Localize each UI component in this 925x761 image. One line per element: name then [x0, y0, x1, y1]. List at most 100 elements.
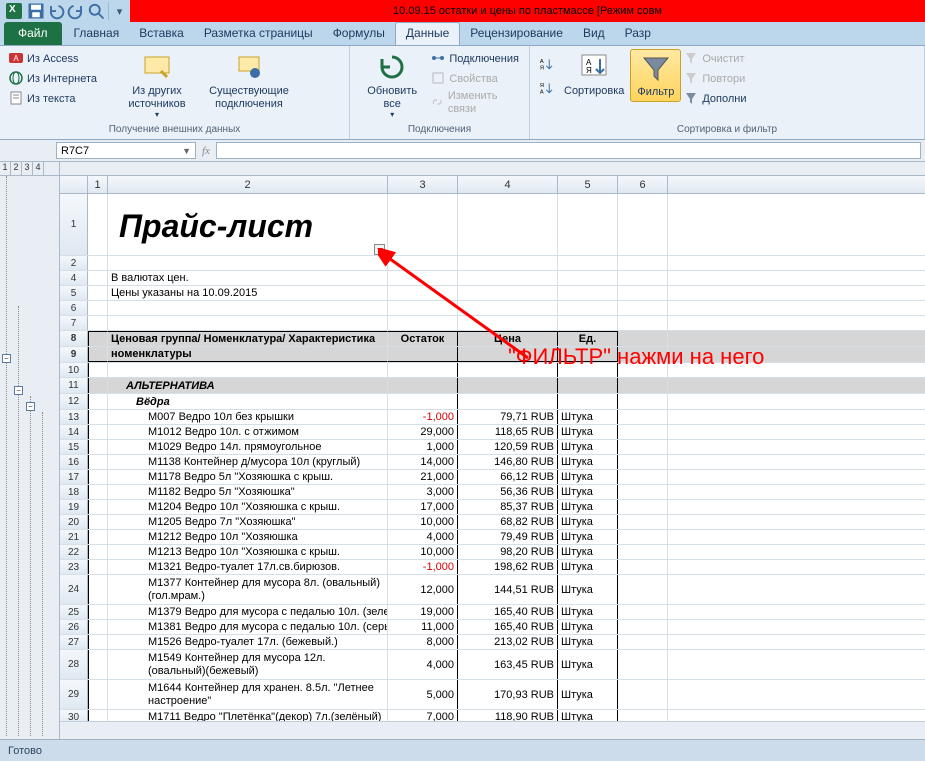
tab-file[interactable]: Файл [4, 22, 62, 45]
svg-text:Я: Я [540, 66, 544, 72]
tab-review[interactable]: Рецензирование [460, 23, 573, 45]
outline-level-2[interactable]: 2 [11, 162, 22, 175]
tab-view[interactable]: Вид [573, 23, 615, 45]
worksheet[interactable]: 1 2 3 4 − − − 1 2 3 4 5 6 [0, 162, 925, 742]
redo-icon[interactable] [66, 2, 86, 20]
refresh-icon [376, 51, 408, 83]
status-bar: Готово [0, 739, 925, 761]
reapply-icon [683, 70, 699, 86]
from-other-sources-button[interactable]: Из других источников▾ [116, 49, 198, 121]
table-row[interactable]: 20М1205 Ведро 7л "Хозяюшка"10,00068,82 R… [60, 515, 925, 530]
col-header[interactable]: 1 [88, 176, 108, 193]
advanced-icon [683, 90, 699, 106]
undo-icon[interactable] [46, 2, 66, 20]
from-web-button[interactable]: Из Интернета [6, 69, 116, 89]
tab-insert[interactable]: Вставка [129, 23, 194, 45]
web-icon [8, 70, 24, 86]
col-header[interactable]: 3 [388, 176, 458, 193]
filter-icon [640, 52, 672, 84]
column-outline-bar: 1 2 3 4 [0, 162, 925, 176]
excel-icon[interactable] [6, 3, 22, 19]
outline-collapse[interactable]: − [26, 402, 35, 411]
svg-text:A: A [540, 59, 544, 65]
existing-conn-icon [233, 51, 265, 83]
tab-page-layout[interactable]: Разметка страницы [194, 23, 323, 45]
page-title: Прайс-лист [111, 204, 313, 245]
name-box[interactable]: R7C7▼ [56, 142, 196, 159]
sort-asc-button[interactable]: AЯ [536, 53, 558, 77]
column-headers: 1 2 3 4 5 6 [60, 176, 925, 194]
sort-desc-icon: ЯA [538, 79, 553, 97]
table-row[interactable]: 21М1212 Ведро 10л "Хозяюшка4,00079,49 RU… [60, 530, 925, 545]
group-sort-filter-label: Сортировка и фильтр [530, 124, 924, 139]
horizontal-scrollbar[interactable] [60, 721, 925, 739]
table-row[interactable]: 16М1138 Контейнер д/мусора 10л (круглый)… [60, 455, 925, 470]
table-row[interactable]: 15М1029 Ведро 14л. прямоугольное1,000120… [60, 440, 925, 455]
qat-dropdown-icon[interactable]: ▾ [108, 2, 128, 20]
autofilter-dropdown[interactable] [374, 244, 385, 255]
formula-bar[interactable] [216, 142, 921, 159]
reapply-button: Повтори [681, 69, 761, 89]
table-row[interactable]: 29М1644 Контейнер для хранен. 8.5л. "Лет… [60, 680, 925, 710]
edit-links-button: Изменить связи [428, 89, 523, 116]
clear-icon [683, 50, 699, 66]
text-icon [8, 90, 24, 106]
select-all-button[interactable] [60, 176, 88, 193]
table-row[interactable]: 26М1381 Ведро для мусора с педалью 10л. … [60, 620, 925, 635]
row-outline-bar: − − − [0, 176, 60, 742]
filter-button[interactable]: Фильтр [630, 49, 681, 102]
connections-button[interactable]: Подключения [428, 49, 523, 69]
sort-asc-icon: AЯ [538, 55, 553, 73]
currency-note: В валютах цен. [108, 271, 388, 285]
clear-filter-button: Очистит [681, 49, 761, 69]
col-header[interactable]: 5 [558, 176, 618, 193]
table-row[interactable]: 28М1549 Контейнер для мусора 12л. (оваль… [60, 650, 925, 680]
chevron-down-icon[interactable]: ▼ [182, 146, 191, 156]
from-text-button[interactable]: Из текста [6, 89, 116, 109]
svg-text:A: A [540, 90, 544, 96]
outline-collapse[interactable]: − [2, 354, 11, 363]
table-row[interactable]: 27М1526 Ведро-туалет 17л. (бежевый.)8,00… [60, 635, 925, 650]
tab-home[interactable]: Главная [64, 23, 130, 45]
col-header[interactable]: 4 [458, 176, 558, 193]
outline-collapse[interactable]: − [14, 386, 23, 395]
outline-level-3[interactable]: 3 [22, 162, 33, 175]
table-row[interactable]: 22М1213 Ведро 10л "Хозяюшка с крыш.10,00… [60, 545, 925, 560]
table-row[interactable]: 18М1182 Ведро 5л "Хозяюшка"3,00056,36 RU… [60, 485, 925, 500]
table-row[interactable]: 19М1204 Ведро 10л "Хозяюшка с крыш.17,00… [60, 500, 925, 515]
properties-button: Свойства [428, 69, 523, 89]
title-bar: ▾ 10.09.15 остатки и цены по пластмассе … [0, 0, 925, 22]
date-note: Цены указаны на 10.09.2015 [108, 286, 388, 300]
sort-desc-button[interactable]: ЯA [536, 77, 558, 101]
group-external-data-label: Получение внешних данных [0, 124, 349, 139]
from-access-button[interactable]: AИз Access [6, 49, 116, 69]
tab-formulas[interactable]: Формулы [323, 23, 395, 45]
fx-label[interactable]: fx [196, 140, 216, 161]
window-title: 10.09.15 остатки и цены по пластмассе [Р… [130, 0, 925, 22]
outline-level-1[interactable]: 1 [0, 162, 11, 175]
sort-button[interactable]: AЯСортировка [558, 49, 630, 100]
save-icon[interactable] [26, 2, 46, 20]
advanced-filter-button[interactable]: Дополни [681, 89, 761, 109]
table-row[interactable]: 17М1178 Ведро 5л "Хозяюшка с крыш.21,000… [60, 470, 925, 485]
refresh-all-button[interactable]: Обновить все▾ [356, 49, 428, 121]
outline-level-4[interactable]: 4 [33, 162, 44, 175]
table-row[interactable]: 14М1012 Ведро 10л. с отжимом29,000118,65… [60, 425, 925, 440]
tab-developer[interactable]: Разр [615, 23, 661, 45]
ribbon: AИз Access Из Интернета Из текста Из дру… [0, 46, 925, 140]
table-row[interactable]: 13М007 Ведро 10л без крышки-1,00079,71 R… [60, 410, 925, 425]
print-preview-icon[interactable] [86, 2, 106, 20]
sort-icon: AЯ [578, 51, 610, 83]
table-row[interactable]: 25М1379 Ведро для мусора с педалью 10л. … [60, 605, 925, 620]
table-row[interactable]: 23М1321 Ведро-туалет 17л.св.бирюзов.-1,0… [60, 560, 925, 575]
table-header: Остаток [388, 331, 458, 346]
quick-access-toolbar: ▾ [0, 0, 130, 22]
svg-text:A: A [13, 54, 19, 63]
col-header[interactable]: 2 [108, 176, 388, 193]
table-row[interactable]: 24М1377 Контейнер для мусора 8л. (овальн… [60, 575, 925, 605]
col-header[interactable]: 6 [618, 176, 668, 193]
tab-data[interactable]: Данные [395, 22, 460, 45]
annotation-text: "ФИЛЬТР" нажми на него [508, 344, 764, 370]
existing-connections-button[interactable]: Существующие подключения [198, 49, 300, 112]
table-header: номенклатуры [108, 347, 388, 362]
